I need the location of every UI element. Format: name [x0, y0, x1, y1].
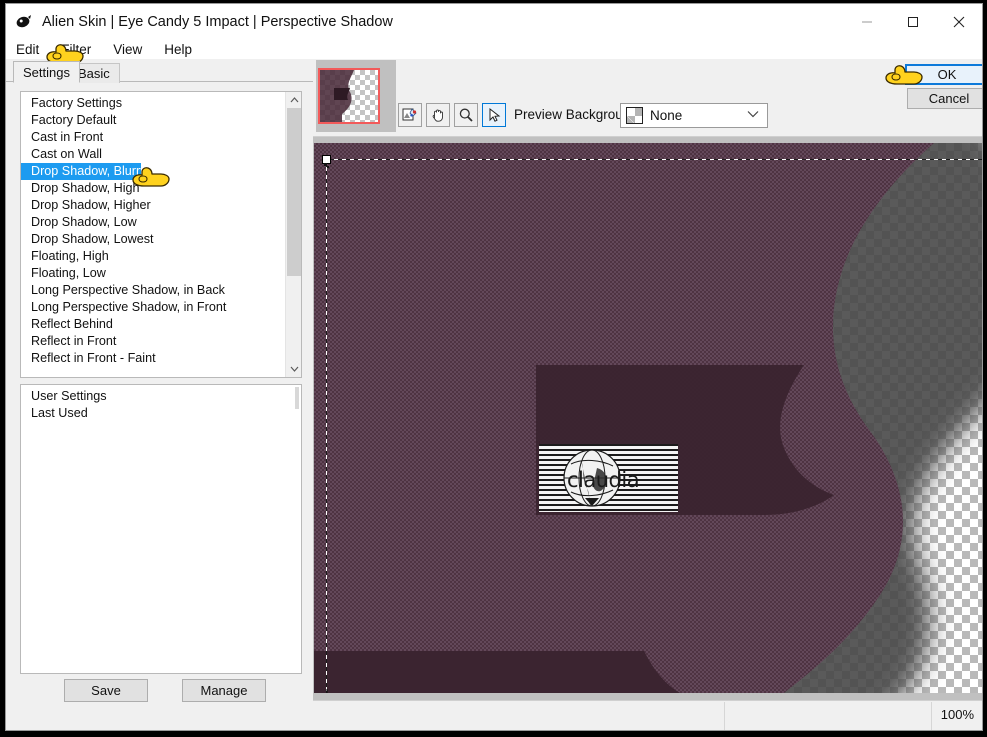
preview-panel: Preview Background: None OK Cancel claud…	[313, 59, 982, 730]
hand-pan-icon[interactable]	[426, 103, 450, 127]
tab-settings[interactable]: Settings	[13, 61, 80, 83]
selection-marquee-horizontal	[326, 159, 982, 160]
tab-strip: Settings Basic	[6, 59, 313, 83]
list-item[interactable]: Factory Default	[21, 112, 301, 129]
list-item[interactable]: Drop Shadow, Higher	[21, 197, 301, 214]
preview-canvas-container[interactable]: claudia	[313, 137, 982, 700]
chevron-down-icon[interactable]	[747, 110, 759, 121]
list-item[interactable]: Drop Shadow, High	[21, 180, 301, 197]
ok-button[interactable]: OK	[905, 64, 982, 85]
status-cell-zoom: 100%	[932, 702, 982, 730]
preview-background-value: None	[650, 108, 683, 123]
list-item[interactable]: Floating, Low	[21, 265, 301, 282]
list-item[interactable]: Cast on Wall	[21, 146, 301, 163]
menu-item-help[interactable]: Help	[164, 42, 192, 57]
transparency-swatch-icon	[626, 107, 643, 124]
list-item[interactable]: Cast in Front	[21, 129, 301, 146]
window-controls	[844, 4, 982, 40]
alien-skin-icon	[14, 12, 34, 32]
menu-item-view[interactable]: View	[113, 42, 142, 57]
list-item[interactable]: Factory Settings	[21, 95, 301, 112]
cancel-button[interactable]: Cancel	[907, 88, 982, 109]
arrow-select-icon[interactable]	[482, 103, 506, 127]
list-item[interactable]: Long Perspective Shadow, in Front	[21, 299, 301, 316]
status-cell-left	[313, 702, 725, 730]
list-item[interactable]: Reflect in Front	[21, 333, 301, 350]
status-bar: 100%	[313, 700, 982, 730]
screen-root: Alien Skin | Eye Candy 5 Impact | Perspe…	[0, 0, 987, 737]
magnifier-zoom-icon[interactable]	[454, 103, 478, 127]
user-list-scrollbar[interactable]	[294, 385, 301, 673]
preview-horizontal-scrollbar[interactable]	[313, 693, 982, 700]
title-bar: Alien Skin | Eye Candy 5 Impact | Perspe…	[6, 4, 982, 40]
scroll-up-icon[interactable]	[286, 92, 301, 108]
maximize-button[interactable]	[890, 4, 936, 40]
navigator-thumbnail-image	[318, 68, 380, 124]
user-settings-list-items: User Settings Last Used	[21, 385, 301, 673]
settings-button-row: Save Manage	[20, 679, 302, 704]
close-button[interactable]	[936, 4, 982, 40]
settings-panel: Settings Basic Factory Settings Factory …	[6, 59, 313, 730]
selection-handle[interactable]	[322, 155, 331, 168]
menu-item-edit[interactable]: Edit	[16, 42, 39, 57]
factory-list-scrollbar[interactable]	[285, 92, 301, 377]
factory-settings-list[interactable]: Factory Settings Factory Default Cast in…	[20, 91, 302, 378]
save-button[interactable]: Save	[64, 679, 148, 702]
scrollbar-thumb[interactable]	[295, 387, 299, 409]
preview-toolbar: Preview Background: None OK Cancel	[313, 59, 982, 137]
zoom-level-text: 100%	[940, 707, 974, 722]
factory-settings-list-items: Factory Settings Factory Default Cast in…	[21, 92, 301, 377]
list-item-selected[interactable]: Drop Shadow, Blurry	[21, 163, 147, 180]
image-preview-icon[interactable]	[398, 103, 422, 127]
status-cell-mid	[725, 702, 932, 730]
user-settings-list[interactable]: User Settings Last Used	[20, 384, 302, 674]
menu-bar: Edit Filter View Help	[6, 40, 982, 59]
list-item[interactable]: Last Used	[21, 405, 301, 422]
tool-button-group	[398, 103, 506, 127]
list-item[interactable]: Drop Shadow, Lowest	[21, 231, 301, 248]
scrollbar-thumb[interactable]	[287, 108, 301, 276]
selection-marquee-vertical	[326, 159, 327, 693]
manage-button[interactable]: Manage	[182, 679, 266, 702]
list-item[interactable]: Drop Shadow, Low	[21, 214, 301, 231]
list-item[interactable]: Reflect Behind	[21, 316, 301, 333]
preview-canvas[interactable]: claudia	[314, 143, 982, 693]
list-item[interactable]: Long Perspective Shadow, in Back	[21, 282, 301, 299]
list-item[interactable]: Floating, High	[21, 248, 301, 265]
minimize-button[interactable]	[844, 4, 890, 40]
scroll-down-icon[interactable]	[286, 361, 301, 377]
menu-item-filter[interactable]: Filter	[61, 42, 91, 57]
preview-background-select[interactable]: None	[620, 103, 768, 128]
navigator-thumbnail[interactable]	[316, 60, 396, 132]
list-item[interactable]: Reflect in Front - Faint	[21, 350, 301, 367]
application-window: Alien Skin | Eye Candy 5 Impact | Perspe…	[5, 3, 983, 731]
list-item[interactable]: User Settings	[21, 388, 301, 405]
perspective-shadow-render	[314, 143, 982, 693]
window-title: Alien Skin | Eye Candy 5 Impact | Perspe…	[42, 14, 393, 30]
